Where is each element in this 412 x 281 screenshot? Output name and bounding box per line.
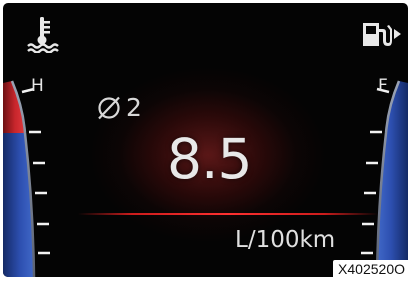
figure-reference-code: X402520O [333,260,409,278]
average-symbol-icon [98,96,120,120]
consumption-unit: L/100km [235,227,336,253]
instrument-cluster-display: H F 2 8.5 L/100km [3,3,408,277]
fuel-pump-icon [363,23,401,46]
coolant-gauge-blue-band [3,133,34,277]
figure-frame: H F 2 8.5 L/100km X402520O [0,0,412,281]
accent-divider [78,213,378,215]
fuel-full-label: F [378,76,388,96]
coolant-temperature-icon [27,17,59,53]
coolant-high-label: H [31,76,44,96]
consumption-value: 8.5 [167,127,252,191]
average-index: 2 [126,93,142,122]
